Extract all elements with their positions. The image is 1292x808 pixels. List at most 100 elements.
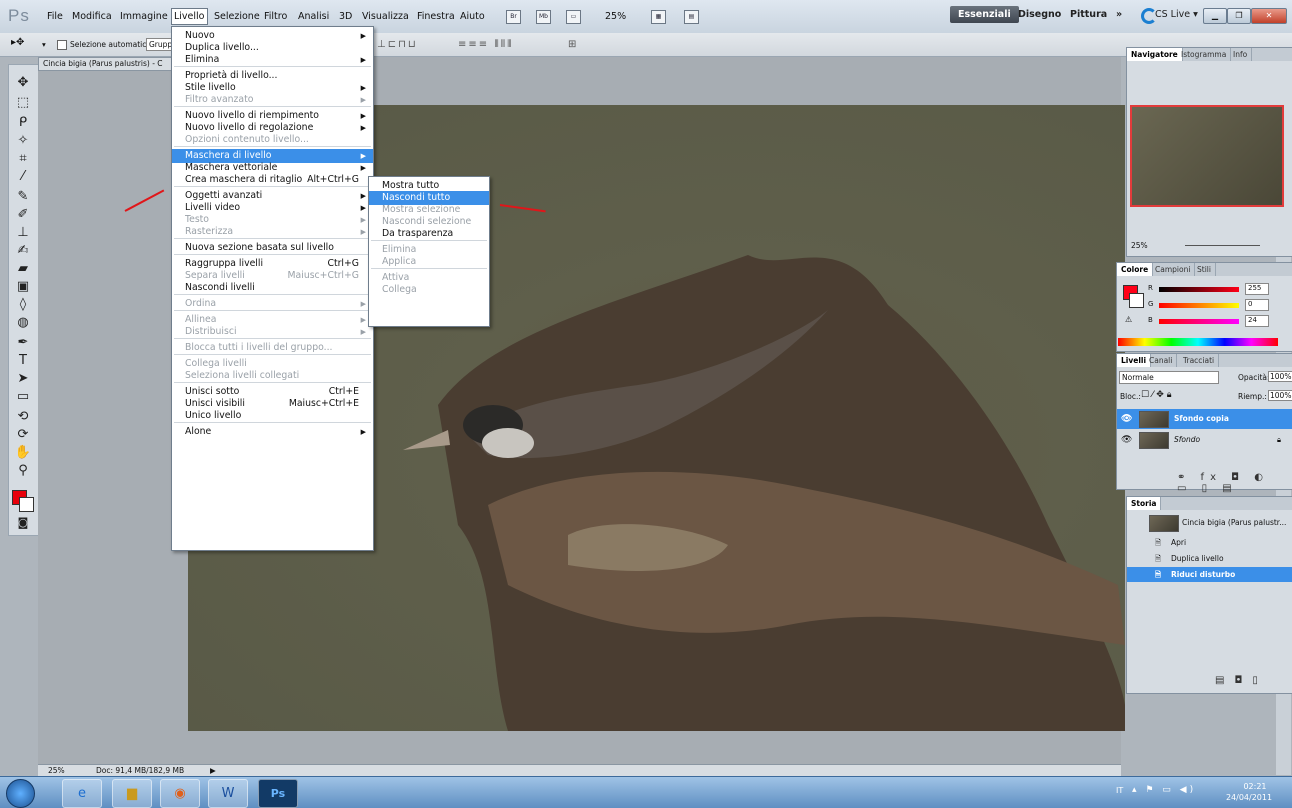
gradient-tool-icon[interactable]: ▣ (12, 279, 34, 295)
internet-explorer-icon[interactable]: e (62, 779, 102, 808)
auto-select-dropdown[interactable]: Grupp (146, 38, 172, 51)
language-indicator[interactable]: IT (1116, 786, 1123, 795)
history-snapshot[interactable]: Cincia bigia (Parus palustr... (1127, 513, 1292, 533)
history-brush-icon[interactable]: ✍ (12, 243, 34, 259)
pen-tool-icon[interactable]: ✒ (12, 335, 34, 351)
zoom-tool-icon[interactable]: ⚲ (12, 463, 34, 479)
history-state[interactable]: 🗎 Apri (1127, 535, 1292, 550)
r-slider[interactable] (1159, 287, 1239, 292)
layer-row-sfondo-copia[interactable]: 👁︎ Sfondo copia (1117, 409, 1292, 429)
blend-mode-select[interactable]: Normale (1119, 371, 1219, 384)
marquee-tool-icon[interactable]: ⬚ (12, 95, 34, 111)
tab-campioni[interactable]: Campioni (1151, 263, 1196, 276)
lasso-tool-icon[interactable]: ᑭ (12, 115, 34, 131)
layer-name[interactable]: Sfondo (1174, 430, 1200, 450)
photoshop-taskbar-icon[interactable]: Ps (258, 779, 298, 808)
distribute-icons[interactable]: ≡≡≡ ⦀⦀⦀ (458, 39, 514, 50)
menu-aiuto[interactable]: Aiuto (460, 11, 485, 22)
screen-mode-icon[interactable]: ▭ (566, 10, 581, 24)
g-slider[interactable] (1159, 303, 1239, 308)
layer-name[interactable]: Sfondo copia (1174, 409, 1229, 429)
quick-selection-icon[interactable]: ✧ (12, 133, 34, 149)
status-zoom[interactable]: 25% (48, 766, 65, 775)
auto-align-icon[interactable]: ⊞ (568, 39, 578, 50)
livello-menu-item[interactable]: Nuova sezione basata sul livello (172, 241, 373, 255)
livello-menu-item[interactable]: Nascondi livelli (172, 281, 373, 295)
menu-visualizza[interactable]: Visualizza (362, 11, 409, 22)
visibility-eye-icon[interactable]: 👁︎ (1121, 409, 1132, 429)
dodge-tool-icon[interactable]: ◍ (12, 315, 34, 331)
navigator-zoom[interactable]: 25% (1131, 241, 1148, 250)
quick-mask-icon[interactable]: ◙ (12, 515, 34, 531)
eraser-icon[interactable]: ▰ (12, 261, 34, 277)
g-value[interactable]: 0 (1245, 299, 1269, 311)
tab-storia[interactable]: Storia (1127, 497, 1162, 510)
clone-stamp-icon[interactable]: ⊥ (12, 225, 34, 241)
layer-row-sfondo[interactable]: 👁︎ Sfondo 🔒︎ (1117, 430, 1292, 450)
menu-immagine[interactable]: Immagine (120, 11, 168, 22)
crop-tool-icon[interactable]: ⌗ (12, 151, 34, 167)
minimize-button[interactable]: ▁ (1203, 8, 1227, 24)
history-state[interactable]: 🗎 Duplica livello (1127, 551, 1292, 566)
r-value[interactable]: 255 (1245, 283, 1269, 295)
tab-canali[interactable]: Canali (1145, 354, 1178, 367)
restore-button[interactable]: ❐ (1227, 8, 1251, 24)
3d-rotate-icon[interactable]: ⟲ (12, 409, 34, 425)
menu-selezione[interactable]: Selezione (214, 11, 260, 22)
menu-filtro[interactable]: Filtro (264, 11, 287, 22)
menu-file[interactable]: File (47, 11, 63, 22)
cs-live-button[interactable]: CS Live ▾ (1155, 9, 1198, 20)
screen-layout-icon[interactable]: ▤ (684, 10, 699, 24)
menu-3d[interactable]: 3D (339, 11, 352, 22)
b-value[interactable]: 24 (1245, 315, 1269, 327)
history-state-name[interactable]: Riduci disturbo (1171, 567, 1235, 582)
zoom-level[interactable]: 25% (605, 11, 626, 22)
move-tool-icon[interactable]: ✥ (12, 75, 34, 91)
history-footer-icons[interactable]: ▤◘▯ (1215, 675, 1268, 686)
clock-time[interactable]: 02:21 (1230, 782, 1280, 791)
menu-livello[interactable]: Livello (171, 8, 208, 25)
livello-menu-item[interactable]: Unico livello (172, 409, 373, 423)
doc-info[interactable]: Doc: 91,4 MB/182,9 MB (96, 766, 184, 775)
livello-menu-item[interactable]: Alone ▶ (172, 425, 373, 439)
brush-tool-icon[interactable]: ✐ (12, 207, 34, 223)
workspace-pittura[interactable]: Pittura (1070, 9, 1107, 20)
close-button[interactable]: ✕ (1251, 8, 1287, 24)
navigator-preview[interactable] (1130, 105, 1284, 207)
color-ramp[interactable] (1118, 338, 1278, 346)
tab-istogramma[interactable]: Istogramma (1177, 48, 1232, 61)
more-workspaces-button[interactable]: » (1116, 9, 1122, 20)
layer-panel-footer-icons[interactable]: ⚭ fx ◘ ◐ ▭ ▯ ▤ (1177, 472, 1292, 494)
eyedropper-icon[interactable]: ⁄ (12, 169, 34, 185)
hand-tool-icon[interactable]: ✋ (12, 445, 34, 461)
color-bg-swatch[interactable] (1129, 293, 1144, 308)
shape-tool-icon[interactable]: ▭ (12, 389, 34, 405)
type-tool-icon[interactable]: T (12, 353, 34, 369)
path-selection-icon[interactable]: ➤ (12, 371, 34, 387)
menu-modifica[interactable]: Modifica (72, 11, 112, 22)
b-slider[interactable] (1159, 319, 1239, 324)
3d-camera-icon[interactable]: ⟳ (12, 427, 34, 443)
tool-preset-chevron-icon[interactable]: ▾ (42, 40, 46, 49)
menu-analisi[interactable]: Analisi (298, 11, 329, 22)
background-color-swatch[interactable] (19, 497, 34, 512)
history-state-selected[interactable]: 🗎 Riduci disturbo (1127, 567, 1292, 582)
tab-stili[interactable]: Stili (1193, 263, 1216, 276)
navigator-zoom-slider[interactable] (1185, 245, 1260, 246)
tab-info[interactable]: Info (1229, 48, 1253, 61)
visibility-eye-icon[interactable]: 👁︎ (1121, 430, 1132, 450)
lock-icons[interactable]: ☐ ⁄ ✥ 🔒︎ (1141, 390, 1171, 400)
align-icons[interactable]: ⊥⊏⊓⊔ (377, 39, 418, 50)
start-button[interactable] (6, 779, 35, 808)
tab-colore[interactable]: Colore (1117, 263, 1154, 276)
status-arrow-icon[interactable]: ▶ (210, 766, 216, 775)
workspace-disegno[interactable]: Disegno (1018, 9, 1061, 20)
gamut-warning-icon[interactable]: ⚠ (1125, 315, 1132, 324)
opacity-value[interactable]: 100% (1268, 371, 1292, 382)
healing-brush-icon[interactable]: ✎ (12, 189, 34, 205)
blur-tool-icon[interactable]: ◊ (12, 297, 34, 313)
tray-icons[interactable]: ▴ ⚑ ▭ ◀) (1132, 785, 1196, 795)
workspace-essenziali[interactable]: Essenziali (950, 6, 1019, 23)
word-icon[interactable]: W (208, 779, 248, 808)
livello-menu-item[interactable]: Elimina ▶ (172, 53, 373, 67)
